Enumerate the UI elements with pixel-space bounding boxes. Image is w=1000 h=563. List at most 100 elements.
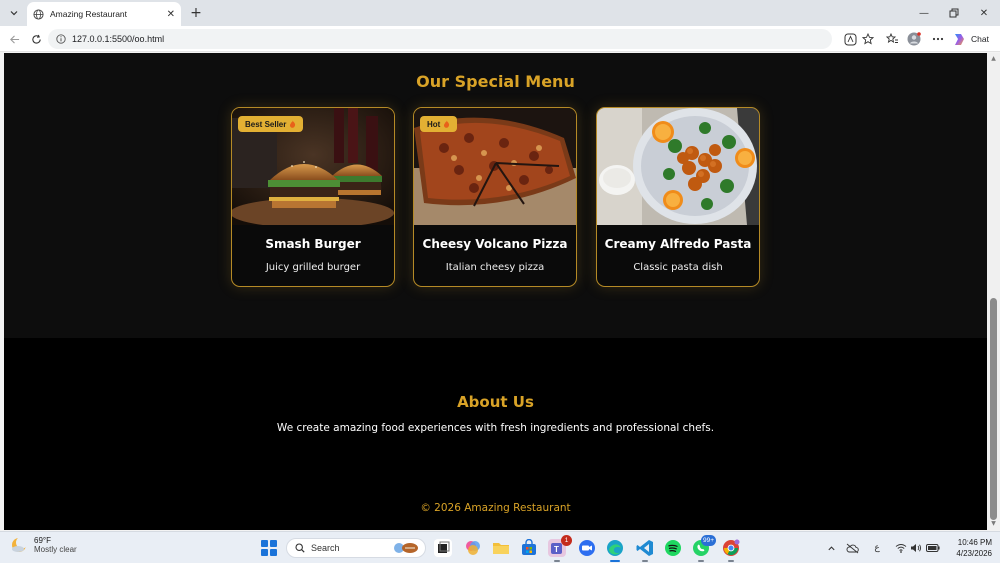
fire-icon bbox=[290, 120, 296, 128]
running-indicator bbox=[610, 560, 620, 562]
windows-logo-pane bbox=[270, 540, 277, 547]
weather-widget[interactable]: 69°F Mostly clear bbox=[10, 536, 77, 554]
copilot-icon bbox=[955, 33, 964, 45]
teams-notification-badge: 1 bbox=[561, 535, 572, 546]
about-section: About Us We create amazing food experien… bbox=[4, 338, 987, 530]
clock-time: 10:46 PM bbox=[957, 538, 992, 547]
favorite-star-button[interactable] bbox=[860, 31, 876, 47]
copilot-chat-button[interactable]: Chat bbox=[952, 30, 989, 48]
menu-item-name: Creamy Alfredo Pasta bbox=[604, 237, 752, 251]
wifi-button[interactable] bbox=[894, 541, 908, 555]
show-hidden-icons-button[interactable] bbox=[824, 541, 838, 555]
svg-text:T: T bbox=[554, 545, 559, 554]
profile-button[interactable] bbox=[906, 31, 922, 47]
browser-tab[interactable]: Amazing Restaurant ✕ bbox=[27, 2, 181, 26]
star-icon bbox=[862, 33, 874, 45]
zoom-button[interactable] bbox=[578, 539, 596, 557]
favorites-icon bbox=[885, 33, 898, 43]
search-highlight-icon bbox=[394, 543, 418, 553]
task-view-icon bbox=[438, 541, 450, 553]
windows-logo-icon bbox=[261, 540, 268, 547]
translate-icon bbox=[844, 33, 856, 45]
battery-button[interactable] bbox=[926, 541, 940, 555]
refresh-icon bbox=[31, 34, 41, 44]
menu-item-name: Cheesy Volcano Pizza bbox=[422, 237, 568, 251]
globe-icon bbox=[33, 8, 44, 20]
chevron-up-icon bbox=[827, 545, 835, 550]
speaker-icon bbox=[911, 544, 922, 552]
pizza-image: Hot bbox=[414, 108, 576, 225]
menu-section: Our Special Menu Best Seller Smash Burge… bbox=[4, 53, 987, 338]
onedrive-status-button[interactable] bbox=[845, 541, 859, 555]
about-text: We create amazing food experiences with … bbox=[276, 422, 715, 434]
chevron-down-icon bbox=[10, 11, 18, 16]
wifi-icon bbox=[895, 544, 907, 553]
whatsapp-notification-badge: 99+ bbox=[700, 535, 716, 546]
copilot-taskbar-button[interactable] bbox=[464, 539, 482, 557]
browser-toolbar: 127.0.0.1:5500/oo.html Chat bbox=[0, 26, 1000, 52]
clock-date: 4/23/2026 bbox=[956, 549, 992, 558]
restore-button[interactable] bbox=[942, 4, 966, 22]
menu-item-description: Italian cheesy pizza bbox=[445, 262, 545, 273]
refresh-button[interactable] bbox=[28, 31, 44, 47]
web-page: Our Special Menu Best Seller Smash Burge… bbox=[4, 53, 987, 530]
teams-button[interactable]: T 1 bbox=[548, 535, 572, 562]
avatar-icon bbox=[907, 32, 921, 46]
running-indicator bbox=[642, 560, 648, 562]
close-window-button[interactable]: ✕ bbox=[972, 4, 996, 22]
burger-image: Best Seller bbox=[232, 108, 394, 225]
input-language-indicator[interactable]: ع bbox=[870, 541, 884, 555]
cloud-off-icon bbox=[846, 543, 859, 553]
spotify-button[interactable] bbox=[664, 539, 682, 557]
badge-best-seller: Best Seller bbox=[238, 116, 304, 132]
menu-card-smash-burger[interactable]: Best Seller Smash Burger Juicy grilled b… bbox=[231, 107, 395, 287]
scroll-up-arrow-icon[interactable]: ▲ bbox=[990, 55, 997, 63]
windows-taskbar: 69°F Mostly clear Search T 1 99+ ع 10:46… bbox=[0, 531, 1000, 563]
menu-card-cheesy-volcano-pizza[interactable]: Hot Cheesy Volcano Pizza Italian cheesy … bbox=[413, 107, 577, 287]
file-explorer-button[interactable] bbox=[492, 539, 510, 557]
chrome-button[interactable] bbox=[722, 539, 740, 562]
tab-close-icon[interactable]: ✕ bbox=[167, 9, 175, 20]
copilot-icon bbox=[466, 541, 480, 555]
edge-icon bbox=[607, 540, 623, 556]
running-indicator bbox=[698, 560, 704, 562]
spotify-icon bbox=[665, 540, 681, 556]
scrollbar-thumb[interactable] bbox=[990, 298, 997, 520]
menu-card-creamy-alfredo-pasta[interactable]: Creamy Alfredo Pasta Classic pasta dish bbox=[596, 107, 760, 287]
translate-button[interactable] bbox=[842, 31, 858, 47]
weather-moon-icon bbox=[12, 536, 28, 552]
back-arrow-icon bbox=[9, 34, 19, 44]
menu-title: Our Special Menu bbox=[416, 72, 575, 91]
more-icon bbox=[932, 37, 944, 41]
chat-label: Chat bbox=[971, 34, 989, 44]
about-title: About Us bbox=[457, 393, 534, 411]
badge-label: Hot bbox=[427, 119, 441, 129]
settings-more-button[interactable] bbox=[930, 31, 946, 47]
system-clock[interactable]: 10:46 PM 4/23/2026 bbox=[946, 537, 992, 559]
vscode-button[interactable] bbox=[636, 539, 654, 562]
task-view-button[interactable] bbox=[434, 539, 452, 557]
favorites-button[interactable] bbox=[884, 31, 900, 47]
page-scrollbar[interactable]: ▲ ▼ bbox=[987, 53, 1000, 530]
address-bar[interactable]: 127.0.0.1:5500/oo.html bbox=[48, 29, 832, 49]
microsoft-store-button[interactable] bbox=[520, 538, 538, 557]
folder-icon bbox=[493, 543, 509, 554]
search-label: Search bbox=[311, 543, 340, 553]
edge-browser-button[interactable] bbox=[606, 539, 624, 562]
tab-list-button[interactable] bbox=[4, 4, 24, 22]
minimize-button[interactable]: — bbox=[912, 4, 936, 22]
menu-item-description: Classic pasta dish bbox=[633, 262, 723, 273]
tab-title: Amazing Restaurant bbox=[50, 9, 128, 19]
vscode-icon bbox=[636, 540, 653, 556]
new-tab-button[interactable]: + bbox=[188, 5, 204, 21]
chrome-icon bbox=[723, 539, 740, 556]
badge-label: Best Seller bbox=[245, 119, 287, 129]
running-indicator bbox=[554, 560, 560, 562]
start-button[interactable] bbox=[261, 540, 277, 556]
taskbar-search-box[interactable]: Search bbox=[286, 538, 426, 558]
url-text: 127.0.0.1:5500/oo.html bbox=[72, 34, 165, 44]
volume-button[interactable] bbox=[909, 541, 923, 555]
scroll-down-arrow-icon[interactable]: ▼ bbox=[990, 520, 997, 528]
back-button[interactable] bbox=[6, 31, 22, 47]
whatsapp-button[interactable]: 99+ bbox=[692, 535, 716, 562]
